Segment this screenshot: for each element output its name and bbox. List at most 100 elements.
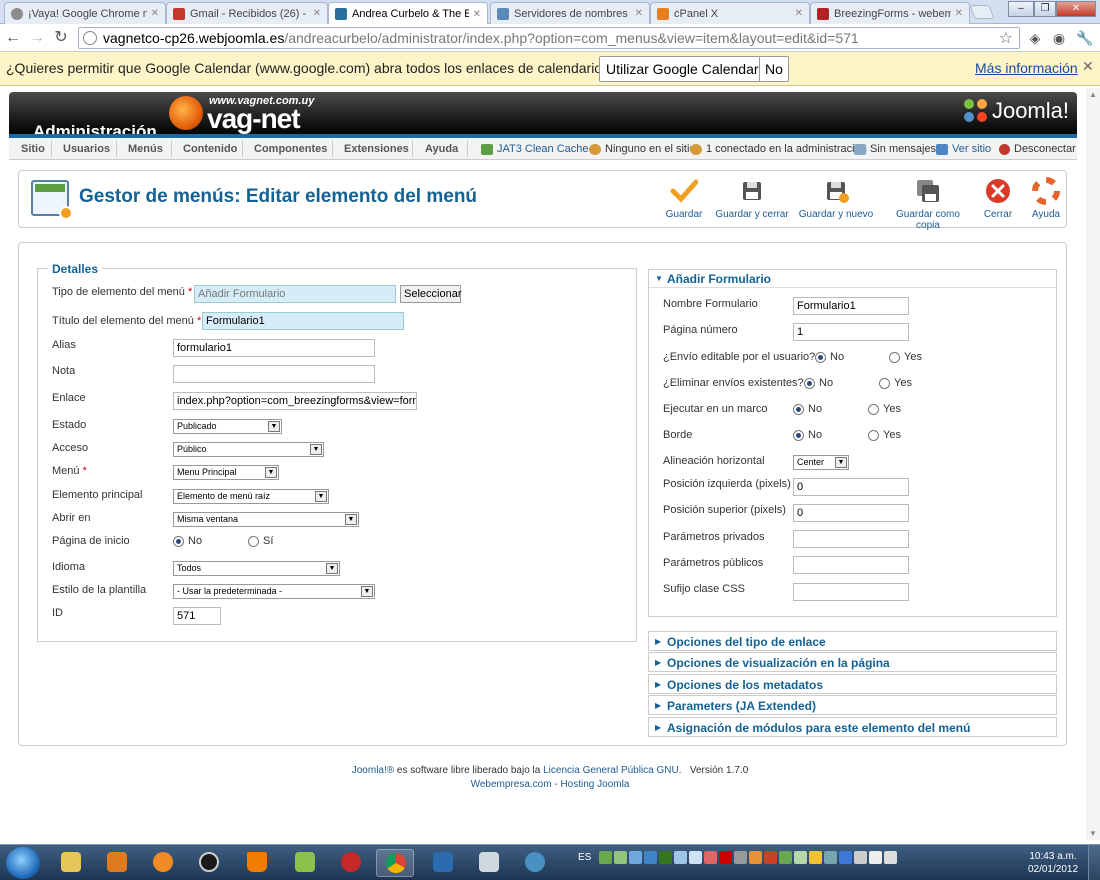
gnu-license-link[interactable]: Licencia General Pública GNU. [543,765,681,776]
avast-icon[interactable] [144,849,182,877]
address-bar[interactable]: vagnetco-cp26.webjoomla.es/andreacurbelo… [78,27,1020,49]
accordion-metadata-options[interactable]: Opciones de los metadatos [648,674,1057,694]
hp-icon[interactable] [190,849,228,877]
flag-icon[interactable] [854,851,868,864]
use-google-calendar-button[interactable]: Utilizar Google Calendar [599,56,766,82]
tray-icon[interactable] [689,851,703,864]
window-close-button[interactable]: ✕ [1056,1,1096,17]
page-scrollbar[interactable]: ▲ ▼ [1086,88,1100,840]
tray-icon[interactable] [644,851,658,864]
show-desktop-button[interactable] [1088,845,1100,880]
editable-no-radio[interactable]: No [815,351,844,363]
accordion-ja-extended[interactable]: Parameters (JA Extended) [648,695,1057,715]
parent-item-select[interactable]: Elemento de menú raíz ▼ [173,489,329,504]
messenger-icon[interactable] [286,849,324,877]
menu-item-title-input[interactable]: Formulario1 [202,312,404,330]
tab-chrome-error[interactable]: ¡Vaya! Google Chrome no ✕ [4,2,166,24]
menu-contenido[interactable]: Contenido [183,143,237,155]
tab-gmail[interactable]: Gmail - Recibidos (26) - p ✕ [166,2,328,24]
tray-icon[interactable] [629,851,643,864]
form-name-input[interactable]: Formulario1 [793,297,909,315]
menu-select[interactable]: Menu Principal ▼ [173,465,279,480]
css-suffix-input[interactable] [793,583,909,601]
extension-icon[interactable]: ◈ [1026,29,1044,47]
tray-icon[interactable] [659,851,673,864]
close-icon[interactable]: ✕ [473,9,481,20]
page-number-input[interactable]: 1 [793,323,909,341]
close-icon[interactable]: ✕ [635,8,643,19]
volume-icon[interactable] [884,851,898,864]
view-site-link[interactable]: Ver sitio [936,143,991,155]
tray-icon[interactable] [794,851,808,864]
horizontal-align-select[interactable]: Center ▼ [793,455,849,470]
language-select[interactable]: Todos ▼ [173,561,340,576]
close-icon[interactable]: ✕ [795,8,803,19]
app-icon[interactable] [332,849,370,877]
messages-status[interactable]: Sin mensajes [854,143,936,155]
webempresa-link[interactable]: Webempresa.com - Hosting Joomla [471,779,630,790]
state-select[interactable]: Publicado ▼ [173,419,282,434]
delete-yes-radio[interactable]: Yes [879,377,912,389]
tray-icon[interactable] [749,851,763,864]
select-type-button[interactable]: Seleccionar [400,285,461,303]
checkmark-app-icon[interactable] [424,849,462,877]
windows-start-icon[interactable] [6,847,40,879]
tab-breezingforms[interactable]: BreezingForms - webemp ✕ [810,2,970,24]
tab-andrea-curbelo[interactable]: Andrea Curbelo & The Ev ✕ [328,2,488,25]
tray-icon[interactable] [704,851,718,864]
new-tab-button[interactable] [969,5,995,19]
calculator-icon[interactable] [470,849,508,877]
menu-componentes[interactable]: Componentes [254,143,327,155]
forward-arrow-icon[interactable]: → [26,27,48,49]
top-position-input[interactable]: 0 [793,504,909,522]
media-player-icon[interactable] [98,849,136,877]
save-and-new-button[interactable]: Guardar y nuevo [797,175,875,225]
save-button[interactable]: Guardar [660,175,708,225]
save-as-copy-button[interactable]: Guardar como copia [883,175,973,231]
left-position-input[interactable]: 0 [793,478,909,496]
thunderbird-icon[interactable] [516,849,554,877]
language-indicator[interactable]: ES [578,852,591,863]
accordion-page-display-options[interactable]: Opciones de visualización en la página [648,652,1057,672]
public-params-input[interactable] [793,556,909,574]
tray-icon[interactable] [779,851,793,864]
menu-usuarios[interactable]: Usuarios [63,143,110,155]
tray-icon[interactable] [614,851,628,864]
vlc-icon[interactable] [238,849,276,877]
editable-yes-radio[interactable]: Yes [889,351,922,363]
clock[interactable]: 10:43 a.m. 02/01/2012 [1026,850,1080,876]
border-yes-radio[interactable]: Yes [868,429,901,441]
delete-no-radio[interactable]: No [804,377,833,389]
maximize-button[interactable]: ❐ [1034,1,1056,17]
deny-button[interactable]: No [759,56,789,82]
scroll-down-icon[interactable]: ▼ [1089,829,1097,838]
add-form-panel-header[interactable]: Añadir Formulario [649,270,1056,288]
tray-icon[interactable] [809,851,823,864]
template-style-select[interactable]: - Usar la predeterminada - ▼ [173,584,375,599]
link-input[interactable]: index.php?option=com_breezingforms&view=… [173,392,417,410]
back-arrow-icon[interactable]: ← [2,27,24,49]
extension-icon[interactable]: ◉ [1050,29,1068,47]
close-icon[interactable]: ✕ [151,8,159,19]
tray-icon[interactable] [734,851,748,864]
menu-extensiones[interactable]: Extensiones [344,143,409,155]
joomla-link[interactable]: Joomla!® [352,765,394,776]
save-and-close-button[interactable]: Guardar y cerrar [712,175,792,225]
tray-icon[interactable] [839,851,853,864]
star-icon[interactable]: ☆ [999,28,1013,48]
explorer-icon[interactable] [52,849,90,877]
frame-yes-radio[interactable]: Yes [868,403,901,415]
accordion-module-assignment[interactable]: Asignación de módulos para este elemento… [648,717,1057,737]
wrench-icon[interactable]: 🔧 [1076,29,1094,47]
private-params-input[interactable] [793,530,909,548]
menu-menus[interactable]: Menús [128,143,163,155]
alias-input[interactable]: formulario1 [173,339,375,357]
tab-name-servers[interactable]: Servidores de nombres | D✕ [490,2,650,24]
close-icon[interactable]: ✕ [955,8,963,19]
tray-icon[interactable] [674,851,688,864]
tray-icon[interactable] [719,851,733,864]
accordion-link-type-options[interactable]: Opciones del tipo de enlace [648,631,1057,651]
open-in-select[interactable]: Misma ventana ▼ [173,512,359,527]
menu-sitio[interactable]: Sitio [21,143,45,155]
scroll-up-icon[interactable]: ▲ [1089,90,1097,99]
